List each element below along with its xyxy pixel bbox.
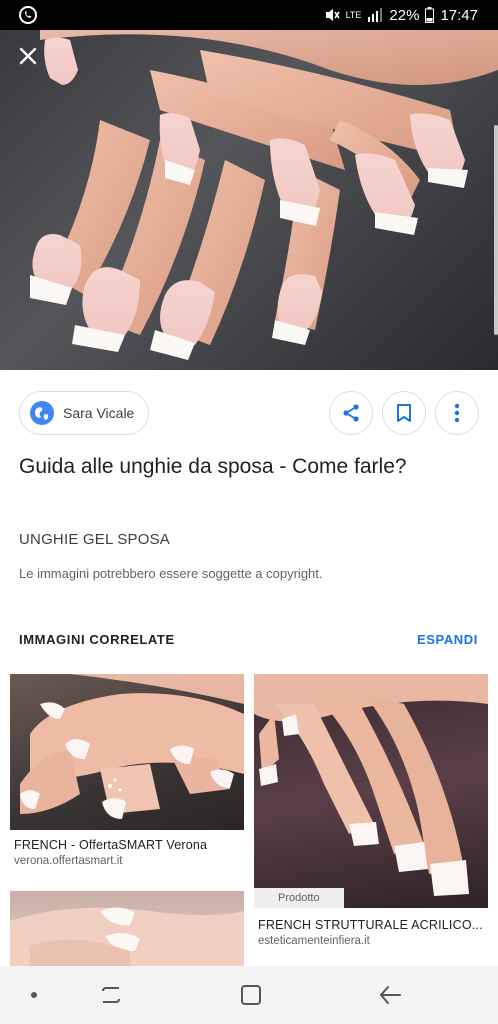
manicured-hands-picture — [30, 30, 498, 360]
dot-icon — [31, 992, 37, 998]
copyright-notice: Le immagini potrebbero essere soggette a… — [19, 566, 323, 581]
globe-icon — [30, 401, 54, 425]
signal-icon — [368, 8, 383, 22]
related-image-thumbnail — [254, 674, 488, 908]
related-image-title: FRENCH STRUTTURALE ACRILICO... — [258, 918, 483, 932]
image-title[interactable]: Guida alle unghie da sposa - Come farle? — [19, 450, 459, 484]
recents-icon — [102, 987, 120, 1003]
related-image-domain: esteticamenteinfiera.it — [258, 935, 370, 947]
status-icons: LTE 22% 17:47 — [324, 5, 478, 25]
save-button[interactable] — [382, 391, 426, 435]
image-subtitle: UNGHIE GEL SPOSA — [19, 531, 171, 548]
main-image[interactable] — [0, 30, 498, 370]
network-type: LTE — [345, 9, 362, 20]
status-bar: LTE 22% 17:47 — [0, 0, 498, 30]
more-options-button[interactable] — [435, 391, 479, 435]
related-image-card[interactable] — [10, 891, 244, 966]
related-image-card[interactable]: FRENCH - OffertaSMART Verona verona.offe… — [10, 674, 244, 874]
related-image-thumbnail — [10, 891, 244, 966]
scrollbar[interactable] — [494, 125, 498, 335]
clock: 17:47 — [440, 6, 478, 24]
related-images-heading: IMMAGINI CORRELATE — [19, 632, 175, 647]
battery-icon — [425, 7, 435, 23]
back-icon — [380, 986, 401, 1004]
related-image-card[interactable]: Prodotto FRENCH STRUTTURALE ACRILICO... … — [254, 674, 488, 954]
whatsapp-icon — [18, 5, 38, 25]
dot-button[interactable] — [21, 982, 47, 1008]
share-icon — [343, 404, 359, 422]
recents-button[interactable] — [98, 982, 124, 1008]
bookmark-icon — [397, 404, 411, 422]
back-button[interactable] — [377, 982, 403, 1008]
product-badge: Prodotto — [254, 888, 344, 908]
close-icon — [19, 47, 37, 65]
expand-button[interactable]: ESPANDI — [417, 632, 478, 647]
related-image-domain: verona.offertasmart.it — [14, 855, 123, 867]
share-button[interactable] — [329, 391, 373, 435]
source-chip[interactable]: Sara Vicale — [19, 391, 150, 435]
system-navigation-bar — [0, 966, 498, 1024]
related-image-title: FRENCH - OffertaSMART Verona — [14, 838, 208, 852]
related-image-thumbnail — [10, 674, 244, 830]
home-button[interactable] — [238, 982, 264, 1008]
close-button[interactable] — [14, 42, 42, 70]
mute-icon — [325, 9, 340, 21]
battery-percent: 22% — [389, 6, 420, 24]
source-name: Sara Vicale — [63, 405, 135, 421]
more-vert-icon — [454, 403, 460, 423]
home-icon — [241, 985, 261, 1005]
